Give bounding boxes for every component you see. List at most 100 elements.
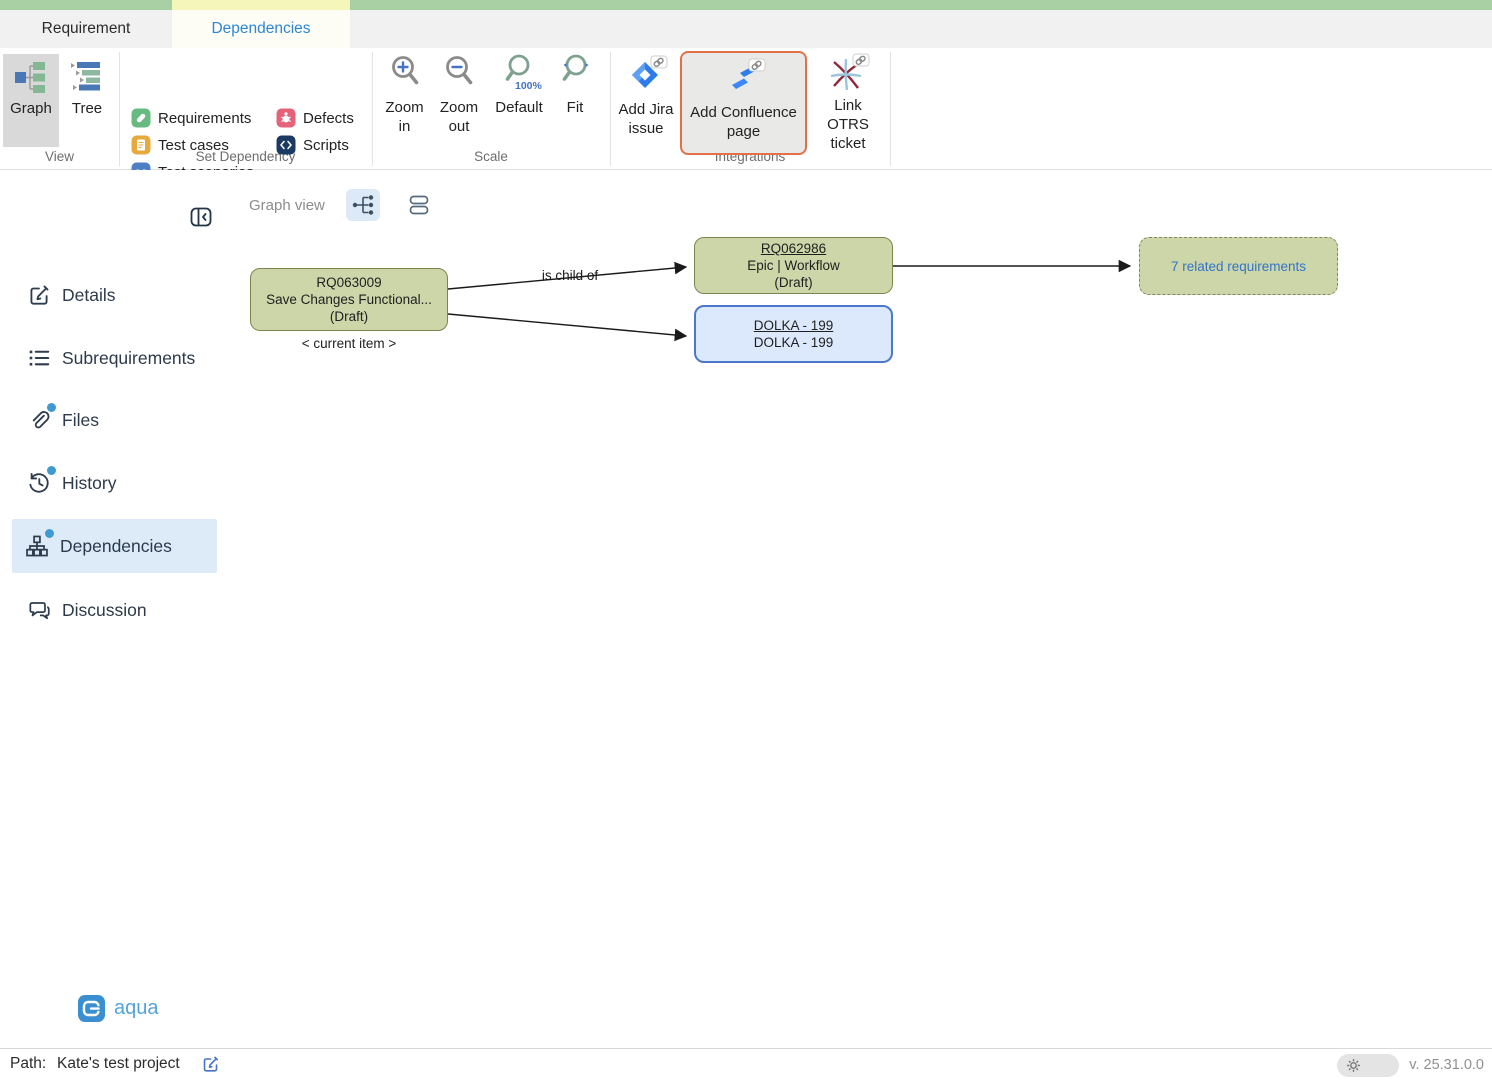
zoom-out-label: Zoom xyxy=(440,98,478,117)
set-dependency-test-cases-label: Test cases xyxy=(158,137,229,154)
list-layout-toggle[interactable] xyxy=(402,189,436,221)
ribbon-separator xyxy=(890,52,891,166)
dependencies-panel: Graph view Details xyxy=(0,170,1492,1048)
dependency-edges xyxy=(0,170,1492,1048)
tab-bar: Requirement Dependencies xyxy=(0,10,1492,48)
sidebar-item-label: Discussion xyxy=(62,600,147,621)
add-jira-label2: issue xyxy=(628,119,663,138)
related-requirements-link[interactable]: 7 related requirements xyxy=(1171,258,1306,275)
gear-icon xyxy=(1345,1057,1362,1074)
sidebar-item-dependencies[interactable]: Dependencies xyxy=(12,519,217,573)
tree-icon xyxy=(68,58,106,96)
ribbon: View Set Dependency Scale Integrations G… xyxy=(0,48,1492,170)
node-id-link[interactable]: DOLKA - 199 xyxy=(754,317,834,334)
set-dependency-scripts-label: Scripts xyxy=(303,137,349,154)
edge-label-is-child-of: is child of xyxy=(508,268,632,283)
path-label: Path: xyxy=(10,1055,46,1073)
test-case-icon xyxy=(131,135,151,155)
sidebar-item-details[interactable]: Details xyxy=(14,273,216,317)
graph-layout-toggle[interactable] xyxy=(346,189,380,221)
zoom-fit-button[interactable]: Fit xyxy=(552,54,598,149)
tree-view-button[interactable]: Tree xyxy=(61,54,113,147)
zoom-default-badge: 100% xyxy=(515,80,542,92)
node-parent-requirement[interactable]: RQ062986 Epic | Workflow (Draft) xyxy=(694,237,893,294)
zoom-default-label: Default xyxy=(495,98,543,117)
path-value: Kate's test project xyxy=(57,1055,180,1073)
requirement-icon xyxy=(131,108,151,128)
graph-button-label: Graph xyxy=(10,99,52,118)
dependencies-icon xyxy=(24,533,50,559)
notification-dot xyxy=(45,529,54,538)
graph-layout-icon xyxy=(350,192,376,218)
settings-toggle[interactable] xyxy=(1337,1054,1399,1077)
notification-dot xyxy=(47,403,56,412)
zoom-default-button[interactable]: 100% Default xyxy=(490,54,548,149)
set-dependency-test-cases[interactable]: Test cases xyxy=(131,134,229,156)
tab-requirement[interactable]: Requirement xyxy=(0,10,172,48)
tab-dependencies[interactable]: Dependencies xyxy=(172,10,350,48)
add-jira-label: Add Jira xyxy=(618,100,673,119)
collapse-panel-icon xyxy=(189,205,213,229)
zoom-in-button[interactable]: Zoom in xyxy=(381,54,428,149)
add-confluence-label2: page xyxy=(727,122,760,141)
graph-icon xyxy=(12,58,50,96)
edit-icon xyxy=(26,282,52,308)
aqua-logo-icon xyxy=(78,995,105,1022)
add-confluence-page-button[interactable]: Add Confluence page xyxy=(680,51,807,155)
node-jira-item[interactable]: DOLKA - 199 DOLKA - 199 xyxy=(694,305,893,363)
sidebar-item-discussion[interactable]: Discussion xyxy=(14,588,216,632)
active-tab-accent xyxy=(172,0,350,10)
confluence-icon xyxy=(722,57,766,101)
zoom-fit-label: Fit xyxy=(567,98,584,117)
node-title: Save Changes Functional... xyxy=(266,291,432,308)
collapse-panel-button[interactable] xyxy=(189,205,213,229)
top-accent-bar xyxy=(0,0,1492,10)
graph-view-label: Graph view xyxy=(249,197,325,214)
aqua-brand[interactable]: aqua xyxy=(78,995,159,1022)
set-dependency-defects[interactable]: Defects xyxy=(276,107,354,129)
sidebar-item-subrequirements[interactable]: Subrequirements xyxy=(14,336,216,380)
zoom-fit-icon xyxy=(557,54,593,90)
version-label: v. 25.31.0.0 xyxy=(1409,1057,1484,1073)
add-jira-issue-button[interactable]: Add Jira issue xyxy=(614,52,678,153)
list-layout-icon xyxy=(406,192,432,218)
node-related-requirements[interactable]: 7 related requirements xyxy=(1139,237,1338,295)
script-icon xyxy=(276,135,296,155)
link-otrs-label: Link OTRS xyxy=(812,96,884,134)
paperclip-icon xyxy=(26,407,52,433)
list-icon xyxy=(26,345,52,371)
zoom-out-button[interactable]: Zoom out xyxy=(432,54,486,149)
node-status: (Draft) xyxy=(330,308,368,325)
sidebar-item-label: History xyxy=(62,473,116,494)
group-label-scale: Scale xyxy=(372,149,610,167)
link-otrs-ticket-button[interactable]: Link OTRS ticket xyxy=(812,52,884,153)
sidebar-item-history[interactable]: History xyxy=(14,461,216,505)
aqua-brand-label: aqua xyxy=(114,997,159,1020)
sidebar-item-files[interactable]: Files xyxy=(14,398,216,442)
app-window: Requirement Dependencies View Set Depend… xyxy=(0,0,1492,1080)
node-id: RQ063009 xyxy=(316,274,381,291)
edit-path-icon xyxy=(201,1054,221,1074)
graph-view-button[interactable]: Graph xyxy=(3,54,59,147)
node-title: Epic | Workflow xyxy=(747,257,840,274)
node-id-link[interactable]: RQ062986 xyxy=(761,240,826,257)
link-otrs-label2: ticket xyxy=(830,134,865,153)
node-current-requirement[interactable]: RQ063009 Save Changes Functional... (Dra… xyxy=(250,268,448,331)
jira-icon xyxy=(624,54,668,98)
discussion-icon xyxy=(26,597,52,623)
node-status: (Draft) xyxy=(774,274,812,291)
sidebar-item-label: Details xyxy=(62,285,116,306)
edit-path-button[interactable] xyxy=(201,1054,221,1079)
otrs-icon xyxy=(826,52,870,96)
defect-icon xyxy=(276,108,296,128)
zoom-out-icon xyxy=(443,54,475,90)
notification-dot xyxy=(47,466,56,475)
status-bar: Path: Kate's test project v. 25.31.0.0 xyxy=(0,1048,1492,1080)
set-dependency-requirements[interactable]: Requirements xyxy=(131,107,251,129)
add-confluence-label: Add Confluence xyxy=(690,103,797,122)
history-icon xyxy=(26,470,52,496)
zoom-in-label: Zoom xyxy=(385,98,423,117)
zoom-in-icon xyxy=(389,54,421,90)
set-dependency-scripts[interactable]: Scripts xyxy=(276,134,349,156)
set-dependency-defects-label: Defects xyxy=(303,110,354,127)
